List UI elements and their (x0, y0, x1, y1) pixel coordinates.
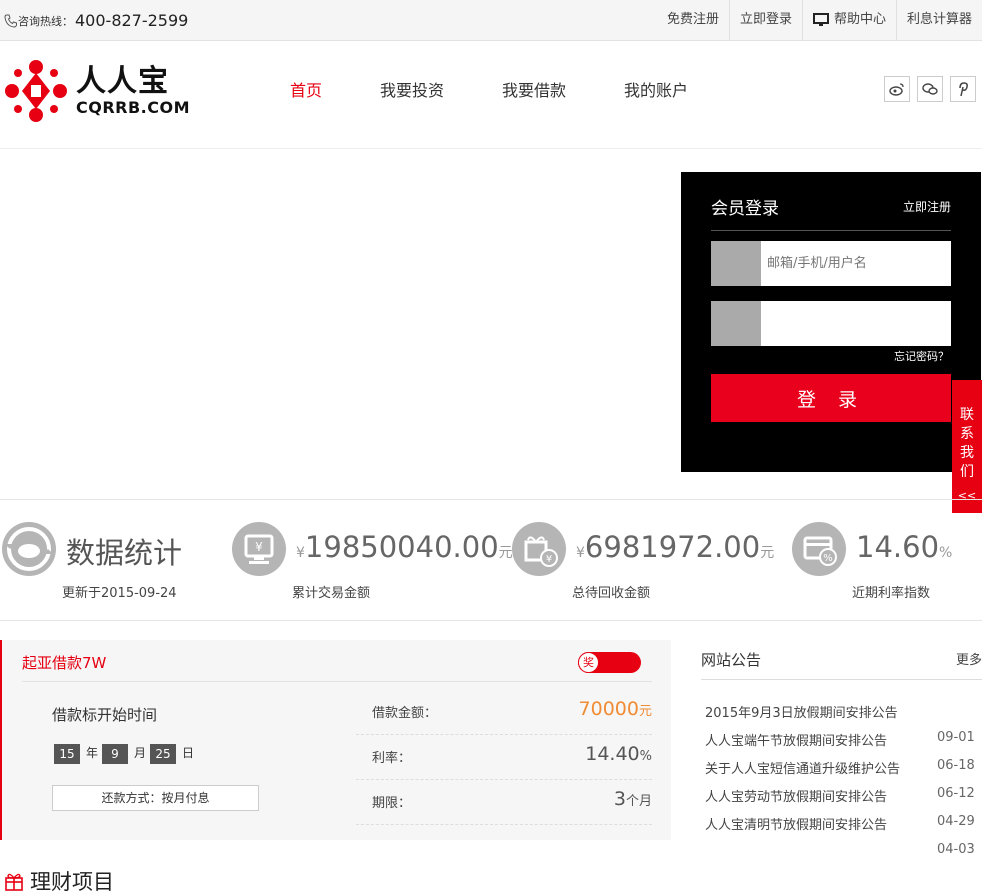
date-day: 25 (150, 744, 176, 764)
date-day-unit: 日 (182, 746, 195, 760)
pinterest-button[interactable] (950, 76, 976, 102)
date-month: 9 (102, 744, 128, 764)
logo-cn: 人人宝 (76, 63, 169, 99)
notice-date: 04-29 (937, 814, 975, 829)
gift-yuan-icon: ¥ (512, 522, 566, 576)
monitor-icon (812, 13, 829, 26)
help-center-label: 帮助中心 (833, 12, 886, 27)
reward-badge: 奖 (578, 652, 641, 673)
notice-date: 06-12 (937, 786, 975, 801)
loan-card[interactable]: 起亚借款7W 奖 借款标开始时间 15 年 9 月 25 日 还款方式：按月付息… (0, 640, 671, 840)
stat-pending-label: 总待回收金额 (572, 586, 651, 601)
date-year-unit: 年 (86, 746, 99, 760)
forgot-password-link[interactable]: 忘记密码？ (894, 348, 949, 364)
loan-rate-value: 14.40% (585, 743, 652, 765)
date-year: 15 (54, 744, 80, 764)
password-field (711, 301, 951, 346)
repay-method: 还款方式：按月付息 (52, 785, 259, 811)
notice-date: 04-03 (937, 842, 975, 857)
top-bar: 咨询热线： 400-827-2599 免费注册 立即登录 帮助中心 利息计算器 (0, 0, 982, 41)
stat-total-volume-value: ¥19850040.00元 (296, 530, 513, 564)
notice-item[interactable]: 2015年9月3日放假期间安排公告 (705, 702, 898, 721)
section-title: 理财项目 (4, 866, 114, 893)
notice-divider (701, 679, 982, 680)
lock-icon (711, 301, 761, 346)
login-link[interactable]: 立即登录 (728, 0, 802, 40)
loan-rate-label: 利率： (372, 751, 412, 766)
nav-invest[interactable]: 我要投资 (362, 77, 444, 101)
logo-en: CQRRB.COM (76, 97, 191, 117)
hotline-number: 400-827-2599 (75, 11, 189, 30)
social-links (884, 76, 976, 102)
username-field (711, 241, 951, 286)
stats-bar: 数据统计 更新于2015-09-24 ¥ ¥19850040.00元 累计交易金… (0, 499, 982, 621)
login-panel: 会员登录 立即注册 忘记密码？ 登 录 (681, 172, 981, 472)
header: 人人宝 CQRRB.COM 首页 我要投资 我要借款 我的账户 (0, 41, 982, 149)
notice-date: 09-01 (937, 730, 975, 745)
logo-text: 人人宝 CQRRB.COM (76, 63, 191, 117)
monitor-yuan-icon: ¥ (232, 522, 286, 576)
loan-rate-row: 利率： 14.40% (356, 735, 652, 780)
login-register-link[interactable]: 立即注册 (903, 198, 951, 215)
nav-account[interactable]: 我的账户 (606, 77, 688, 101)
username-input[interactable] (761, 241, 951, 286)
loan-amount-row: 借款金额： 70000元 (356, 690, 652, 735)
notice-item[interactable]: 人人宝清明节放假期间安排公告 (705, 814, 887, 833)
stats-title: 数据统计 (66, 536, 183, 570)
stat-pending-value: ¥6981972.00元 (576, 530, 775, 564)
notice-item[interactable]: 人人宝劳动节放假期间安排公告 (705, 786, 887, 805)
refresh-icon (2, 522, 56, 576)
pinterest-icon (959, 82, 968, 97)
weibo-button[interactable] (884, 76, 910, 102)
logo[interactable]: 人人宝 CQRRB.COM (4, 59, 190, 123)
notice-more-link[interactable]: 更多 (956, 649, 982, 668)
loan-start-label: 借款标开始时间 (52, 706, 158, 724)
interest-calculator-link[interactable]: 利息计算器 (895, 0, 982, 40)
user-icon (711, 241, 761, 286)
login-button[interactable]: 登 录 (711, 374, 951, 422)
gift-icon (5, 873, 23, 891)
notice-item[interactable]: 人人宝端午节放假期间安排公告 (705, 730, 887, 749)
card-percent-icon: % (792, 522, 846, 576)
weibo-icon (889, 83, 904, 96)
reward-badge-label: 奖 (578, 652, 599, 673)
wechat-icon (922, 83, 938, 95)
hotline-label: 咨询热线： (18, 14, 73, 28)
section-title-text: 理财项目 (30, 870, 114, 893)
help-center-link[interactable]: 帮助中心 (801, 0, 896, 40)
notice-date: 06-18 (937, 758, 975, 773)
hotline: 咨询热线： 400-827-2599 (4, 11, 188, 30)
password-input[interactable] (761, 301, 951, 346)
top-links: 免费注册 立即登录 帮助中心 利息计算器 (657, 0, 982, 40)
date-month-unit: 月 (134, 746, 147, 760)
loan-amount-label: 借款金额： (372, 706, 438, 721)
nav-home[interactable]: 首页 (272, 77, 322, 101)
loan-term-value: 3个月 (613, 788, 652, 810)
main-nav: 首页 我要投资 我要借款 我的账户 (272, 77, 728, 101)
register-link[interactable]: 免费注册 (657, 0, 729, 40)
loan-title[interactable]: 起亚借款7W (22, 652, 106, 673)
logo-icon (5, 60, 67, 122)
login-title: 会员登录 (711, 199, 779, 219)
loan-term-row: 期限： 3个月 (356, 780, 652, 825)
stat-rate-label: 近期利率指数 (852, 586, 931, 601)
phone-icon (4, 14, 17, 28)
notice-title: 网站公告 (701, 651, 762, 669)
contact-us-label: 联系我们 (960, 407, 974, 480)
wechat-button[interactable] (917, 76, 943, 102)
contact-us-tab[interactable]: 联系我们 << (952, 380, 982, 513)
nav-borrow[interactable]: 我要借款 (484, 77, 566, 101)
svg-text:%: % (823, 553, 833, 564)
svg-text:¥: ¥ (255, 540, 263, 554)
stats-updated: 更新于2015-09-24 (62, 586, 177, 601)
stat-total-volume-label: 累计交易金额 (292, 586, 371, 601)
loan-term-label: 期限： (372, 796, 412, 811)
login-divider (711, 230, 951, 231)
svg-text:¥: ¥ (546, 554, 552, 565)
stat-rate-value: 14.60% (856, 530, 953, 564)
loan-amount-value: 70000元 (578, 698, 652, 720)
notice-item[interactable]: 关于人人宝短信通道升级维护公告 (705, 758, 900, 777)
loan-divider (22, 681, 652, 682)
